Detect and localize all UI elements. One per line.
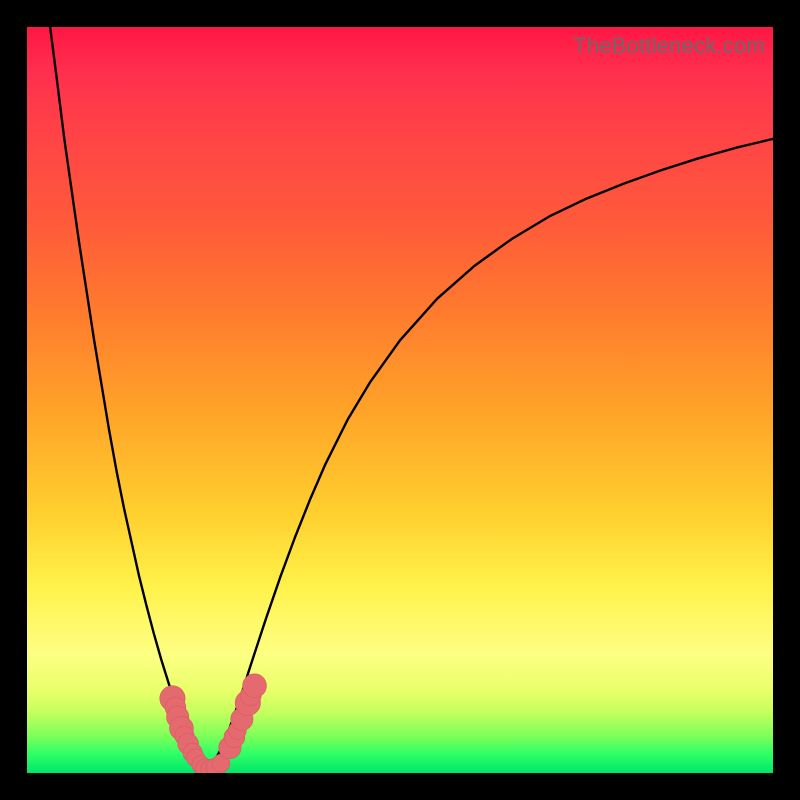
series-left-branch [50,27,206,770]
chart-svg [27,27,773,773]
series-right-branch [206,139,773,770]
chart-plot-area: TheBottleneck.com [27,27,773,773]
curve-lines [50,27,773,770]
chart-frame: TheBottleneck.com [0,0,800,800]
data-markers [160,674,267,773]
marker-point [243,674,267,698]
watermark-text: TheBottleneck.com [573,33,765,59]
